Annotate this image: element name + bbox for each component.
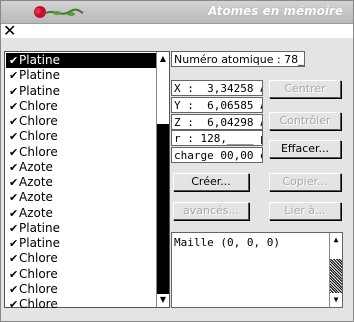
checkmark-icon: ✔ — [9, 176, 19, 189]
list-item-label: Chlore — [19, 129, 58, 144]
list-item-label: Chlore — [19, 266, 58, 281]
atom-list-rows: ✔Platine ✔Platine ✔Platine ✔Chlore ✔Chlore ✔C… — [6, 53, 156, 312]
maille-scrollbar[interactable]: ▲ ▼ — [329, 233, 342, 307]
x-coordinate-field[interactable]: X : 3,34258 Å — [171, 80, 263, 96]
list-item-label: Platine — [19, 68, 60, 83]
title-bar[interactable]: Atomes en mémoire — [1, 1, 353, 24]
list-item-label: Azote — [19, 175, 53, 189]
list-item[interactable]: ✔Chlore — [6, 114, 156, 129]
checkmark-icon: ✔ — [9, 267, 19, 281]
list-item-label: Azote — [19, 205, 53, 220]
list-item-label: Chlore — [19, 144, 58, 159]
numero-atomique-field[interactable]: Numéro atomique : 78_ — [171, 51, 305, 67]
maille-scroll-down-icon[interactable]: ▼ — [330, 294, 342, 306]
lier-button[interactable]: Lier à... — [269, 202, 341, 220]
list-item[interactable]: ✔Chlore — [6, 297, 156, 312]
list-scrollbar[interactable]: ▲ ▼ — [156, 52, 169, 307]
radius-field[interactable]: r : 128,____ pm — [171, 130, 263, 146]
list-item[interactable]: ✔Chlore — [6, 267, 156, 282]
list-item[interactable]: ✔Platine — [6, 84, 156, 99]
list-item[interactable]: ✔Chlore — [6, 129, 156, 144]
list-item-label: Azote — [19, 190, 53, 205]
atom-list[interactable]: ✔Platine ✔Platine ✔Platine ✔Chlore ✔Chlore ✔C… — [4, 51, 170, 311]
list-item[interactable]: ✔Azote — [6, 190, 156, 205]
list-item-label: Platine — [19, 220, 60, 235]
list-item[interactable]: ✔Platine — [6, 68, 156, 83]
checkmark-icon: ✔ — [9, 282, 19, 296]
checkmark-icon: ✔ — [9, 221, 19, 235]
checkmark-icon: ✔ — [9, 130, 19, 144]
scroll-thumb[interactable] — [157, 124, 169, 294]
list-item[interactable]: ✔Platine — [6, 236, 156, 251]
checkmark-icon: ✔ — [9, 191, 19, 205]
maille-textarea[interactable]: Maille (0, 0, 0) ▲ ▼ — [171, 232, 343, 308]
window-title: Atomes en mémoire — [208, 4, 343, 18]
rose-logo-icon — [34, 6, 84, 18]
list-item[interactable]: ✔Chlore — [6, 282, 156, 297]
copier-button[interactable]: Copier... — [269, 173, 341, 191]
checkmark-icon: ✔ — [9, 237, 19, 250]
scroll-up-icon[interactable]: ▲ — [157, 53, 169, 65]
window: Atomes en mémoire ✕ ✔Platine ✔Platine ✔Pla… — [0, 0, 354, 322]
list-item[interactable]: ✔Chlore — [6, 145, 156, 160]
checkmark-icon: ✔ — [9, 206, 19, 220]
z-coordinate-field[interactable]: Z : 6,04298 Å — [171, 114, 263, 130]
checkmark-icon: ✔ — [9, 84, 19, 98]
checkmark-icon: ✔ — [9, 69, 19, 83]
list-item-label: Azote — [19, 159, 53, 174]
checkmark-icon: ✔ — [9, 99, 19, 113]
centrer-button[interactable]: Centrer — [269, 80, 341, 98]
list-item[interactable]: ✔Platine — [6, 221, 156, 236]
list-item-label: Platine — [19, 236, 60, 250]
checkmark-icon: ✔ — [9, 298, 19, 311]
scroll-down-icon[interactable]: ▼ — [157, 294, 169, 306]
list-item-label: Chlore — [19, 114, 58, 128]
list-item[interactable]: ✔Platine — [6, 53, 156, 69]
maille-text: Maille (0, 0, 0) — [174, 236, 280, 249]
list-item[interactable]: ✔Azote — [6, 160, 156, 175]
list-item[interactable]: ✔Chlore — [6, 99, 156, 114]
creer-button[interactable]: Créer... — [173, 173, 249, 191]
list-item-label: Chlore — [19, 98, 58, 113]
controler-button[interactable]: Contrôler — [269, 112, 341, 130]
checkmark-icon: ✔ — [9, 160, 19, 174]
list-item[interactable]: ✔Azote — [6, 175, 156, 190]
checkmark-icon: ✔ — [9, 252, 19, 266]
list-item-label: Chlore — [19, 251, 58, 266]
list-item[interactable]: ✔Chlore — [6, 251, 156, 266]
list-item-label: Platine — [19, 83, 60, 98]
checkmark-icon: ✔ — [9, 115, 19, 128]
checkmark-icon: ✔ — [9, 145, 19, 159]
list-item-label: Chlore — [19, 297, 58, 311]
maille-scroll-thumb[interactable] — [330, 259, 342, 293]
maille-scroll-up-icon[interactable]: ▲ — [330, 234, 342, 246]
list-item-label: Chlore — [19, 281, 58, 296]
close-bar: ✕ — [1, 21, 353, 40]
list-item[interactable]: ✔Azote — [6, 206, 156, 221]
avances-button[interactable]: avancés... — [173, 202, 249, 220]
y-coordinate-field[interactable]: Y : 6,06585 Å — [171, 97, 263, 113]
list-item-label: Platine — [19, 53, 60, 67]
checkmark-icon: ✔ — [9, 54, 19, 67]
charge-field[interactable]: charge 00,00 e — [171, 147, 263, 163]
effacer-button[interactable]: Effacer... — [269, 140, 341, 158]
